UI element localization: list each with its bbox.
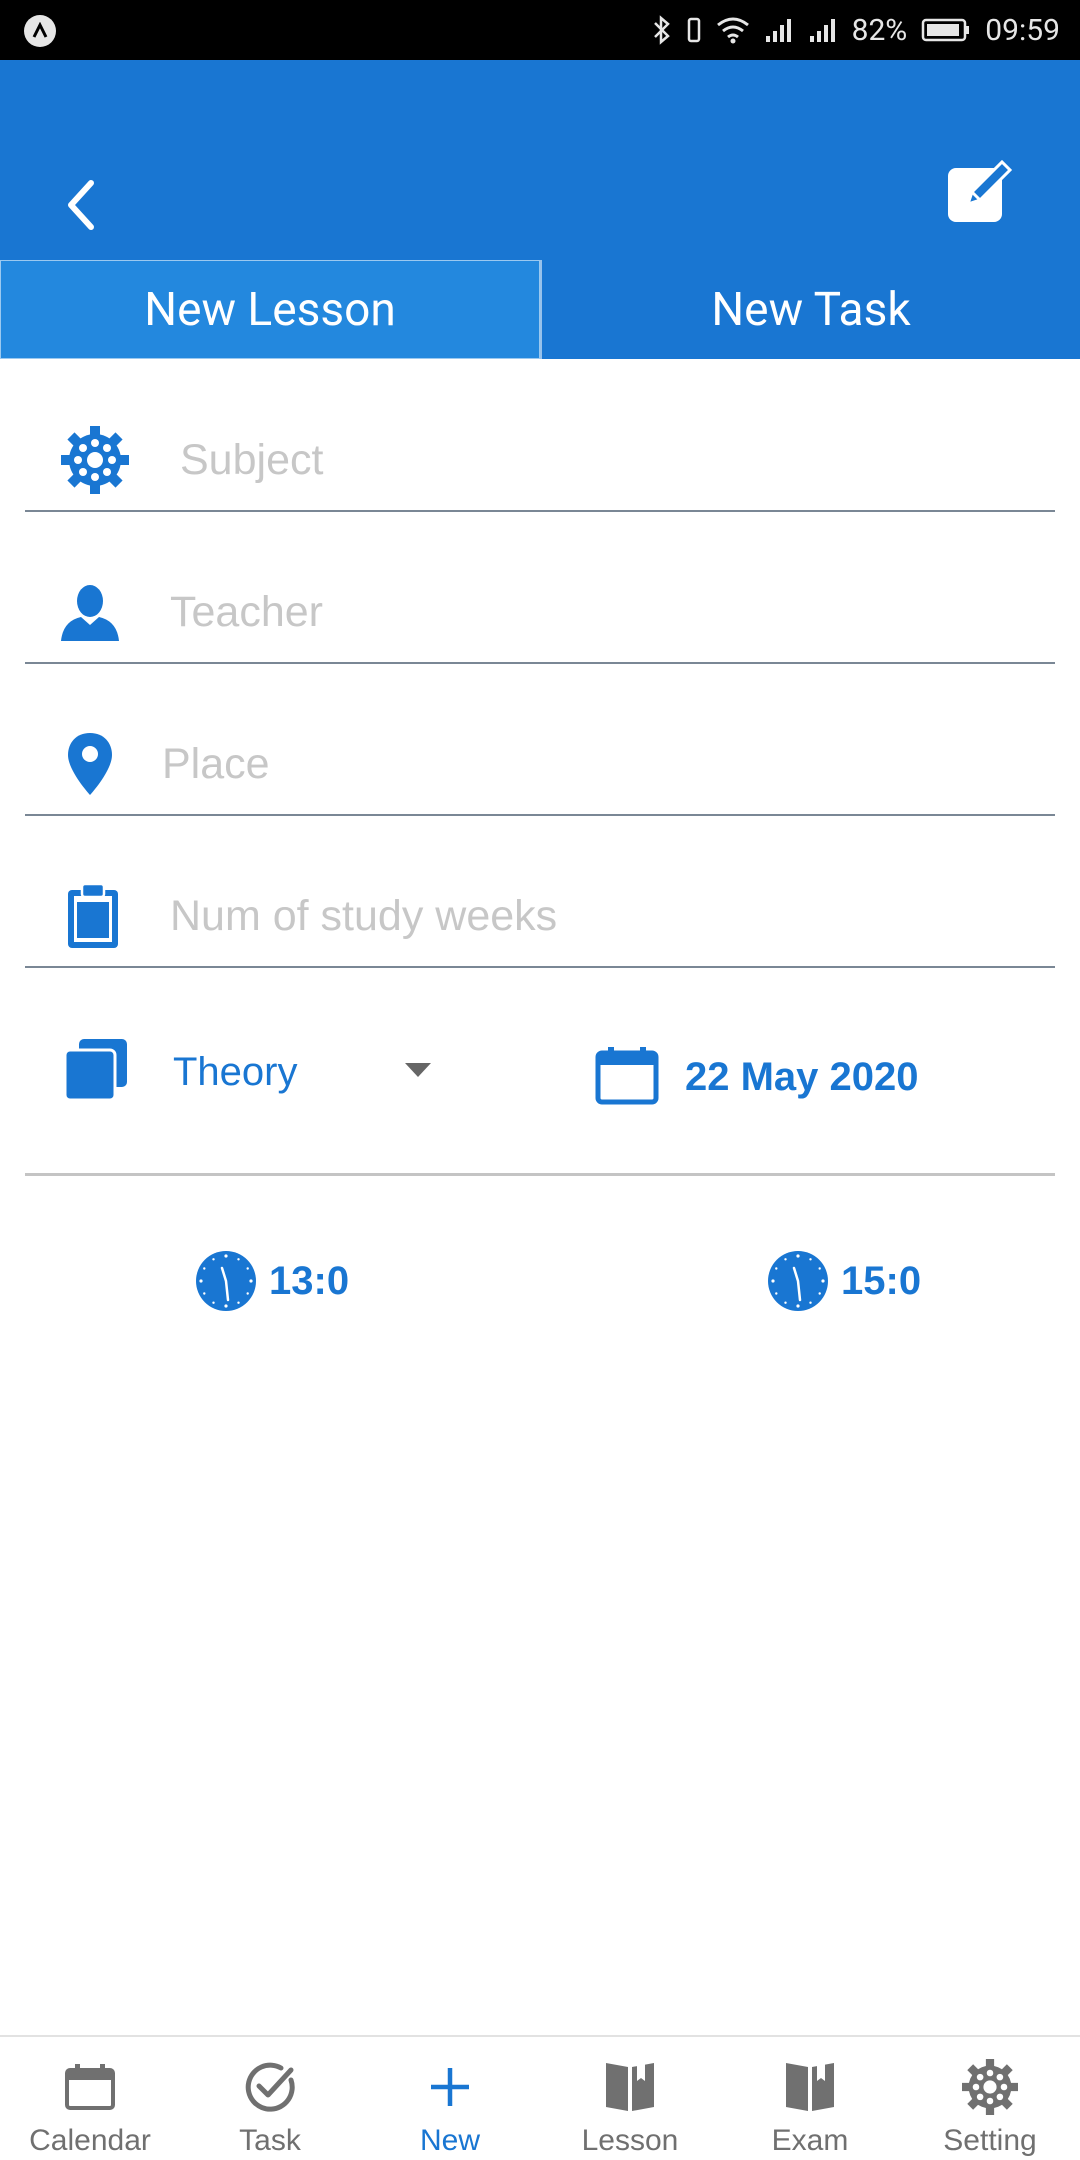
chevron-left-icon (68, 180, 94, 230)
bluetooth-icon (652, 15, 672, 45)
teacher-input[interactable] (168, 567, 1038, 657)
check-circle-icon (243, 2052, 297, 2122)
clock-icon (196, 1251, 256, 1311)
signal-icon-2 (808, 16, 838, 44)
study-weeks-input[interactable] (168, 871, 1038, 961)
gear-icon (962, 2052, 1018, 2122)
app-notification-icon (24, 15, 56, 47)
end-time-picker[interactable]: 15:0 (767, 1250, 921, 1312)
calendar-icon (65, 2052, 115, 2122)
lesson-date-value[interactable]: 22 May 2020 (685, 1055, 919, 1100)
place-field (25, 664, 1055, 816)
tab-bar: New Lesson New Task (0, 260, 1080, 359)
subject-input[interactable] (178, 415, 1048, 505)
battery-icon (921, 17, 971, 43)
plus-icon (428, 2052, 472, 2122)
location-pin-icon (50, 724, 130, 804)
bottom-navigation: Calendar Task New Lesson Exam Setting (0, 2035, 1080, 2160)
nav-item-new[interactable]: New (360, 2037, 540, 2160)
nav-item-lesson[interactable]: Lesson (540, 2037, 720, 2160)
wifi-icon (716, 16, 750, 44)
edit-icon (948, 159, 1013, 222)
clock-text: 09:59 (985, 12, 1060, 48)
lesson-options-row: Theory 22 May 2020 (25, 1000, 1055, 1176)
tab-label: New Task (711, 282, 911, 337)
start-time-picker[interactable]: 13:0 (195, 1250, 349, 1312)
nav-item-exam[interactable]: Exam (720, 2037, 900, 2160)
book-icon (783, 2052, 837, 2122)
vibrate-icon (686, 16, 702, 44)
back-button[interactable] (46, 170, 116, 240)
subject-field (25, 360, 1055, 512)
nav-label: Calendar (29, 2124, 151, 2157)
nav-label: New (419, 2124, 480, 2157)
battery-percent: 82% (851, 12, 908, 48)
start-time-value: 13:0 (269, 1258, 350, 1303)
nav-item-setting[interactable]: Setting (900, 2037, 1080, 2160)
nav-item-calendar[interactable]: Calendar (0, 2037, 180, 2160)
status-bar: 82% 09:59 (0, 0, 1080, 60)
end-time-value: 15:0 (841, 1258, 922, 1303)
nav-label: Lesson (581, 2124, 679, 2157)
tab-new-task[interactable]: New Task (542, 260, 1080, 359)
clock-icon (768, 1251, 828, 1311)
signal-icon-1 (764, 16, 794, 44)
nav-label: Exam (771, 2124, 849, 2157)
copy-icon (63, 1037, 129, 1107)
lesson-type-value: Theory (173, 1050, 298, 1094)
clipboard-icon (53, 876, 133, 956)
book-icon (603, 2052, 657, 2122)
place-input[interactable] (160, 719, 1030, 809)
gear-icon (55, 420, 135, 500)
edit-button[interactable] (940, 152, 1020, 232)
calendar-icon[interactable] (595, 1047, 659, 1109)
caret-down-icon[interactable] (405, 1063, 431, 1077)
teacher-field (25, 512, 1055, 664)
person-icon (50, 572, 130, 652)
nav-label: Task (239, 2124, 301, 2157)
tab-label: New Lesson (144, 282, 396, 337)
tab-new-lesson[interactable]: New Lesson (0, 260, 540, 359)
nav-item-task[interactable]: Task (180, 2037, 360, 2160)
study-weeks-field (25, 816, 1055, 968)
app-bar: New Lesson New Task (0, 60, 1080, 359)
nav-label: Setting (943, 2124, 1037, 2157)
